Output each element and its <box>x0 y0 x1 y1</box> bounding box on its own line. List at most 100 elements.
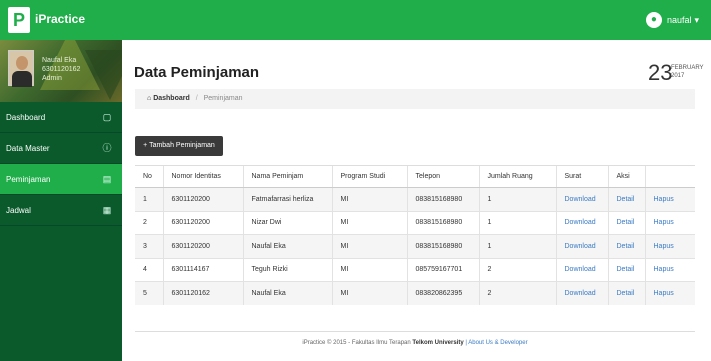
profile-info: Naufal Eka 6301120162 Admin <box>42 56 80 83</box>
cell-prodi: MI <box>331 234 407 258</box>
page-title: Data Peminjaman <box>134 64 260 81</box>
hapus-link[interactable]: Hapus <box>644 234 695 258</box>
cell-telepon: 083815168980 <box>406 234 479 258</box>
cell-no: 3 <box>135 234 163 258</box>
footer-university: Telkom University <box>412 340 464 346</box>
breadcrumb-separator: / <box>195 95 198 102</box>
cell-telepon: 083815168980 <box>406 187 479 211</box>
cell-telepon: 083820862395 <box>406 281 479 305</box>
detail-link[interactable]: Detail <box>607 234 645 258</box>
cell-nomor-identitas: 6301120162 <box>162 281 243 305</box>
chevron-down-icon: ▾ <box>694 14 699 25</box>
col-header: Nomor Identitas <box>162 165 243 188</box>
avatar <box>8 50 34 87</box>
sidebar-item-label: Jadwal <box>6 206 31 215</box>
col-header: Telepon <box>406 165 479 188</box>
col-header: No <box>135 165 163 188</box>
cell-no: 1 <box>135 187 163 211</box>
hapus-link[interactable]: Hapus <box>644 210 695 235</box>
cell-nama: Naufal Eka <box>242 234 332 258</box>
main-content: Data Peminjaman 23 FEBRUARY 2017 ⌂ Dashb… <box>122 40 711 361</box>
cell-no: 5 <box>135 281 163 305</box>
detail-link[interactable]: Detail <box>607 257 645 282</box>
cell-prodi: MI <box>331 257 407 282</box>
hapus-link[interactable]: Hapus <box>644 257 695 282</box>
app-brand[interactable]: iPractice <box>35 12 85 26</box>
cell-prodi: MI <box>331 187 407 211</box>
sidebar-item-data-master[interactable]: Data Master ⓘ <box>0 133 122 164</box>
detail-link[interactable]: Detail <box>607 187 645 211</box>
footer-about-link[interactable]: | About Us & Developer <box>465 340 527 346</box>
date-month-year: FEBRUARY 2017 <box>671 64 704 80</box>
breadcrumb-home[interactable]: Dashboard <box>153 95 190 102</box>
footer-prefix: iPractice © 2015 - Fakultas Ilmu Terapan <box>302 340 411 346</box>
col-header: Surat <box>555 165 608 188</box>
detail-link[interactable]: Detail <box>607 281 645 305</box>
col-header: Program Studi <box>331 165 407 188</box>
col-header: Aksi <box>607 165 645 188</box>
cell-prodi: MI <box>331 281 407 305</box>
info-icon: ⓘ <box>102 143 112 153</box>
table-row: 4 6301114167 Teguh Rizki MI 085759167701… <box>135 257 695 282</box>
top-navbar: P iPractice ● naufal ▾ <box>0 0 711 40</box>
sidebar-item-label: Data Master <box>6 144 50 153</box>
col-header: Nama Peminjam <box>242 165 332 188</box>
cell-nomor-identitas: 6301120200 <box>162 210 243 235</box>
table-row: 2 6301120200 Nizar Dwi MI 083815168980 1… <box>135 210 695 235</box>
cell-no: 2 <box>135 210 163 235</box>
calendar-icon: ▦ <box>102 205 112 215</box>
hapus-link[interactable]: Hapus <box>644 187 695 211</box>
cell-nama: Naufal Eka <box>242 281 332 305</box>
breadcrumb-current: Peminjaman <box>203 95 243 102</box>
cell-nama: Teguh Rizki <box>242 257 332 282</box>
sidebar-item-peminjaman[interactable]: Peminjaman ▤ <box>0 164 122 195</box>
sidebar-item-label: Dashboard <box>6 113 46 122</box>
add-peminjaman-button[interactable]: + Tambah Peminjaman <box>135 136 223 156</box>
footer: iPractice © 2015 - Fakultas Ilmu Terapan… <box>135 340 695 346</box>
cell-telepon: 085759167701 <box>406 257 479 282</box>
hapus-link[interactable]: Hapus <box>644 281 695 305</box>
profile-name: Naufal Eka <box>42 57 77 64</box>
sidebar-item-dashboard[interactable]: Dashboard ▢ <box>0 102 122 133</box>
sidebar-item-jadwal[interactable]: Jadwal ▦ <box>0 195 122 226</box>
download-link[interactable]: Download <box>555 257 608 282</box>
cell-prodi: MI <box>331 210 407 235</box>
cell-jumlah-ruang: 2 <box>478 281 556 305</box>
breadcrumb: ⌂ Dashboard / Peminjaman <box>135 89 695 109</box>
table-row: 1 6301120200 Fatmafarrasi herliza MI 083… <box>135 187 695 211</box>
cell-nomor-identitas: 6301120200 <box>162 187 243 211</box>
download-link[interactable]: Download <box>555 210 608 235</box>
home-icon: ⌂ <box>147 95 152 102</box>
detail-link[interactable]: Detail <box>607 210 645 235</box>
footer-divider <box>135 331 695 332</box>
user-name: naufal <box>666 15 692 25</box>
date-month: FEBRUARY <box>671 65 704 71</box>
cell-nomor-identitas: 6301120200 <box>162 234 243 258</box>
download-link[interactable]: Download <box>555 281 608 305</box>
cell-no: 4 <box>135 257 163 282</box>
cell-nama: Nizar Dwi <box>242 210 332 235</box>
col-header <box>644 165 695 188</box>
user-icon: ● <box>645 12 662 28</box>
cell-jumlah-ruang: 1 <box>478 187 556 211</box>
sidebar-item-label: Peminjaman <box>6 175 51 184</box>
date-day: 23 <box>648 60 673 85</box>
cell-jumlah-ruang: 1 <box>478 210 556 235</box>
table-row: 5 6301120162 Naufal Eka MI 083820862395 … <box>135 281 695 305</box>
download-link[interactable]: Download <box>555 187 608 211</box>
profile-nim: 6301120162 <box>42 66 81 73</box>
table-row: 3 6301120200 Naufal Eka MI 083815168980 … <box>135 234 695 258</box>
monitor-icon: ▢ <box>102 112 112 122</box>
user-menu[interactable]: ● naufal ▾ <box>645 11 699 29</box>
date-year: 2017 <box>671 73 685 79</box>
cell-telepon: 083815168980 <box>406 210 479 235</box>
download-link[interactable]: Download <box>555 234 608 258</box>
cell-jumlah-ruang: 2 <box>478 257 556 282</box>
profile-role: Admin <box>42 75 62 82</box>
cell-jumlah-ruang: 1 <box>478 234 556 258</box>
cell-nama: Fatmafarrasi herliza <box>242 187 332 211</box>
app-logo[interactable]: P <box>8 7 30 33</box>
peminjaman-table: No Nomor Identitas Nama Peminjam Program… <box>135 165 695 305</box>
table-header-row: No Nomor Identitas Nama Peminjam Program… <box>135 165 695 188</box>
sidebar: Naufal Eka 6301120162 Admin Dashboard ▢ … <box>0 40 122 361</box>
